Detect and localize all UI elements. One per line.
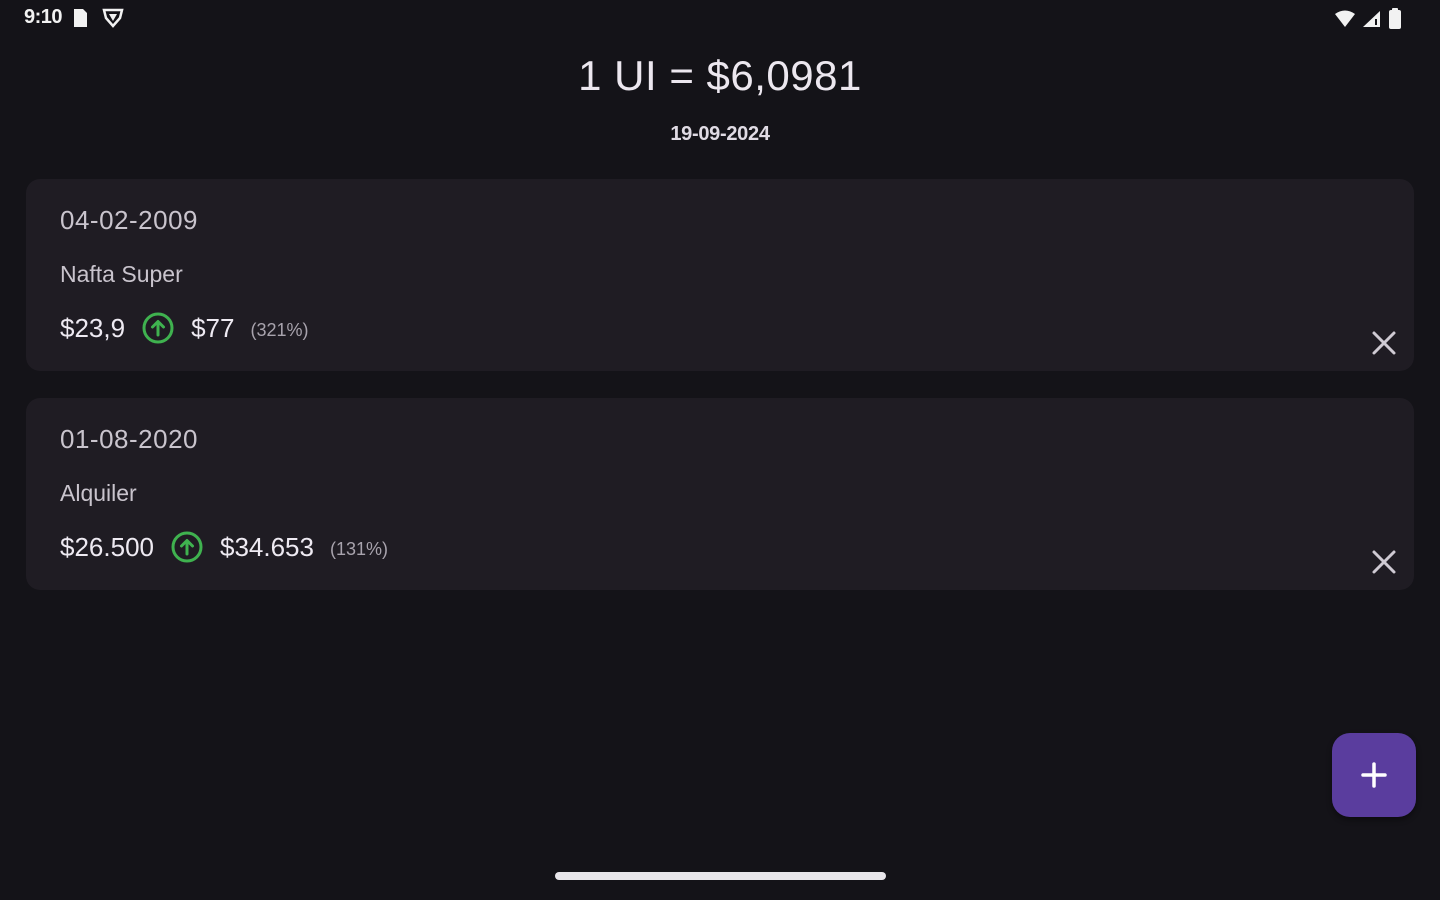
- status-right-icons: [1334, 8, 1402, 35]
- entry-card[interactable]: 01-08-2020 Alquiler $26.500 $34.653 (131…: [26, 398, 1414, 590]
- sim-card-icon: [72, 8, 88, 33]
- close-icon: [1372, 331, 1396, 355]
- exchange-rate-date: 19-09-2024: [670, 123, 770, 145]
- delete-entry-button[interactable]: [1370, 548, 1398, 576]
- entry-date: 04-02-2009: [60, 205, 198, 235]
- entry-date: 01-08-2020: [60, 424, 198, 454]
- entry-values: $26.500 $34.653 (131%): [60, 528, 388, 566]
- entry-value-to: $34.653: [219, 531, 314, 562]
- delete-entry-button[interactable]: [1370, 329, 1398, 357]
- shield-icon: [102, 8, 124, 33]
- app-screen: 9:10 1 UI = $6,0981 19-09-2024 04-02-200…: [0, 0, 1440, 900]
- entry-name: Nafta Super: [60, 261, 183, 287]
- entry-value-from: $26.500: [60, 531, 154, 562]
- status-time: 9:10: [24, 6, 63, 28]
- entry-values: $23,9 $77 (321%): [60, 309, 309, 347]
- gesture-nav-handle[interactable]: [555, 872, 886, 880]
- status-bar: 9:10: [0, 0, 1440, 38]
- wifi-icon: [1334, 10, 1356, 33]
- arrow-up-circle-icon: [170, 530, 204, 564]
- battery-icon: [1388, 8, 1402, 35]
- entry-value-to: $77: [191, 312, 235, 343]
- entry-percent: (131%): [329, 538, 388, 559]
- entry-value-from: $23,9: [60, 312, 126, 343]
- plus-icon: [1361, 762, 1387, 788]
- status-left-icons: [72, 8, 124, 33]
- close-icon: [1372, 550, 1396, 574]
- arrow-up-circle-icon: [141, 311, 175, 345]
- signal-icon: [1362, 10, 1382, 33]
- entry-percent: (321%): [250, 319, 309, 340]
- add-entry-button[interactable]: [1332, 733, 1416, 817]
- exchange-rate-title: 1 UI = $6,0981: [578, 52, 862, 99]
- entry-card[interactable]: 04-02-2009 Nafta Super $23,9 $77 (321%): [26, 179, 1414, 371]
- entry-name: Alquiler: [60, 480, 137, 506]
